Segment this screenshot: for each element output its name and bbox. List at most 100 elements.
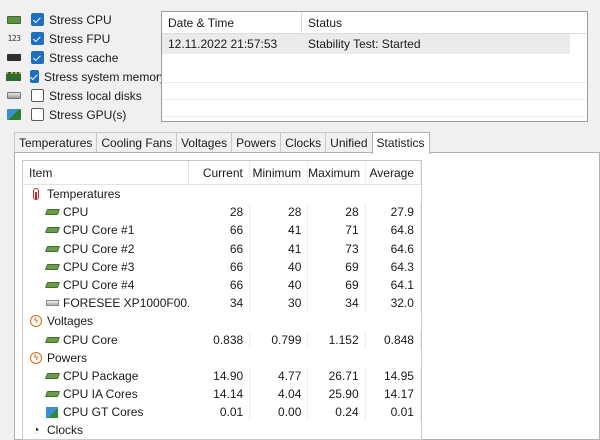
row-minimum: 30	[250, 294, 309, 313]
row-average: 32.0	[366, 294, 421, 313]
row-current: 14.14	[189, 385, 251, 404]
tab-temperatures[interactable]: Temperatures	[14, 132, 98, 153]
stress-disks-option[interactable]: Stress local disks	[6, 86, 162, 105]
gpu-icon	[45, 406, 59, 418]
stress-cpu-label: Stress CPU	[49, 12, 112, 27]
table-row[interactable]: CPU GT Cores 0.01 0.00 0.24 0.01	[23, 403, 421, 422]
cpu-chip-icon	[44, 261, 60, 273]
header-minimum[interactable]: Minimum	[250, 161, 309, 184]
stress-options: Stress CPU 123 Stress FPU Stress cache S…	[6, 10, 166, 124]
group-clocks[interactable]: ◔ Clocks	[23, 421, 421, 439]
row-item: CPU Core #1	[63, 223, 135, 238]
table-row[interactable]: CPU Core #4 66 40 69 64.1	[23, 275, 421, 295]
row-minimum: 4.04	[250, 385, 309, 404]
tab-statistics[interactable]: Statistics	[371, 132, 430, 154]
memory-module-icon	[6, 70, 21, 83]
header-average[interactable]: Average	[366, 161, 421, 184]
row-minimum: 40	[250, 257, 309, 276]
stress-gpu-option[interactable]: Stress GPU(s)	[6, 105, 162, 124]
log-header-status[interactable]: Status	[302, 12, 342, 33]
cpu-chip-icon	[44, 279, 60, 291]
fpu-123-icon: 123	[6, 32, 22, 45]
stress-memory-option[interactable]: Stress system memory	[6, 67, 166, 86]
stress-gpu-checkbox[interactable]	[31, 108, 44, 121]
row-item: CPU	[63, 205, 89, 220]
cpu-chip-icon	[44, 370, 60, 382]
row-maximum: 1.152	[308, 330, 366, 349]
stress-cache-label: Stress cache	[49, 50, 119, 65]
row-current: 66	[189, 257, 251, 276]
stress-fpu-checkbox[interactable]	[31, 32, 44, 45]
stress-cpu-option[interactable]: Stress CPU	[6, 10, 162, 29]
stress-cache-option[interactable]: Stress cache	[6, 48, 162, 67]
tab-powers[interactable]: Powers	[231, 132, 282, 153]
table-row[interactable]: CPU Core 0.838 0.799 1.152 0.848	[23, 330, 421, 349]
stress-cpu-checkbox[interactable]	[31, 13, 44, 26]
table-row[interactable]: FORESEE XP1000F00... 34 30 34 32.0	[23, 294, 421, 313]
disk-drive-icon	[6, 89, 22, 102]
stress-fpu-label: Stress FPU	[49, 31, 111, 46]
group-temperatures[interactable]: Temperatures	[23, 185, 421, 203]
row-maximum: 25.90	[308, 385, 366, 404]
table-row[interactable]: CPU 28 28 28 27.9	[23, 203, 421, 222]
log-header-date-time[interactable]: Date & Time	[162, 12, 302, 33]
table-row[interactable]: CPU IA Cores 14.14 4.04 25.90 14.17	[23, 385, 421, 404]
header-current[interactable]: Current	[189, 161, 250, 184]
statistics-table[interactable]: Item Current Minimum Maximum Average Tem…	[22, 160, 422, 440]
header-item[interactable]: Item	[23, 161, 189, 184]
group-label: Clocks	[47, 423, 84, 438]
row-average: 14.95	[366, 366, 421, 386]
row-current: 66	[189, 221, 251, 240]
ssd-drive-icon	[45, 297, 59, 309]
log-row[interactable]: 12.11.2022 21:57:53 Stability Test: Star…	[162, 34, 570, 54]
row-minimum: 40	[250, 275, 309, 295]
row-minimum: 4.77	[250, 366, 309, 386]
row-item: CPU Core	[63, 332, 118, 347]
row-minimum: 41	[250, 221, 309, 240]
stress-disks-checkbox[interactable]	[31, 89, 44, 102]
group-label: Powers	[47, 350, 88, 365]
table-row[interactable]: CPU Core #1 66 41 71 64.8	[23, 221, 421, 240]
clock-icon: ◔	[32, 423, 40, 438]
table-row[interactable]: CPU Core #2 66 41 73 64.6	[23, 239, 421, 258]
log-cell-date-time: 12.11.2022 21:57:53	[168, 37, 278, 51]
row-current: 14.90	[189, 366, 251, 386]
row-item: CPU Package	[63, 368, 139, 383]
row-current: 34	[189, 294, 251, 313]
table-row[interactable]: CPU Package 14.90 4.77 26.71 14.95	[23, 366, 421, 386]
log-header: Date & Time Status	[162, 12, 587, 34]
row-minimum: 41	[250, 239, 309, 258]
row-maximum: 69	[308, 257, 366, 276]
group-label: Voltages	[47, 314, 94, 329]
row-average: 27.9	[366, 203, 421, 222]
row-item: FORESEE XP1000F00...	[63, 296, 190, 311]
row-average: 64.8	[366, 221, 421, 240]
group-voltages[interactable]: ϟ Voltages	[23, 312, 421, 330]
row-maximum: 28	[308, 203, 366, 222]
tab-voltages[interactable]: Voltages	[176, 132, 233, 153]
stress-fpu-option[interactable]: 123 Stress FPU	[6, 29, 162, 48]
tab-cooling-fans[interactable]: Cooling Fans	[96, 132, 178, 153]
tab-clocks[interactable]: Clocks	[280, 132, 327, 153]
power-bolt-icon: ϟ	[29, 351, 43, 364]
row-maximum: 0.24	[308, 403, 366, 422]
row-current: 28	[189, 203, 251, 222]
header-maximum[interactable]: Maximum	[308, 161, 366, 184]
group-powers[interactable]: ϟ Powers	[23, 349, 421, 367]
row-minimum: 0.799	[250, 330, 309, 349]
fpu-icon-text: 123	[7, 34, 21, 43]
stress-cache-checkbox[interactable]	[31, 51, 44, 64]
status-log-table[interactable]: Date & Time Status 12.11.2022 21:57:53 S…	[161, 11, 588, 122]
row-average: 14.17	[366, 385, 421, 404]
table-row[interactable]: CPU Core #3 66 40 69 64.3	[23, 257, 421, 276]
row-average: 0.848	[366, 330, 421, 349]
row-average: 0.01	[366, 403, 421, 422]
cpu-chip-icon	[44, 334, 60, 346]
row-maximum: 26.71	[308, 366, 366, 386]
stress-memory-checkbox[interactable]	[30, 70, 39, 83]
row-average: 64.6	[366, 239, 421, 258]
row-maximum: 73	[308, 239, 366, 258]
row-minimum: 28	[250, 203, 309, 222]
tab-unified[interactable]: Unified	[325, 132, 373, 153]
cpu-chip-icon	[44, 243, 60, 255]
